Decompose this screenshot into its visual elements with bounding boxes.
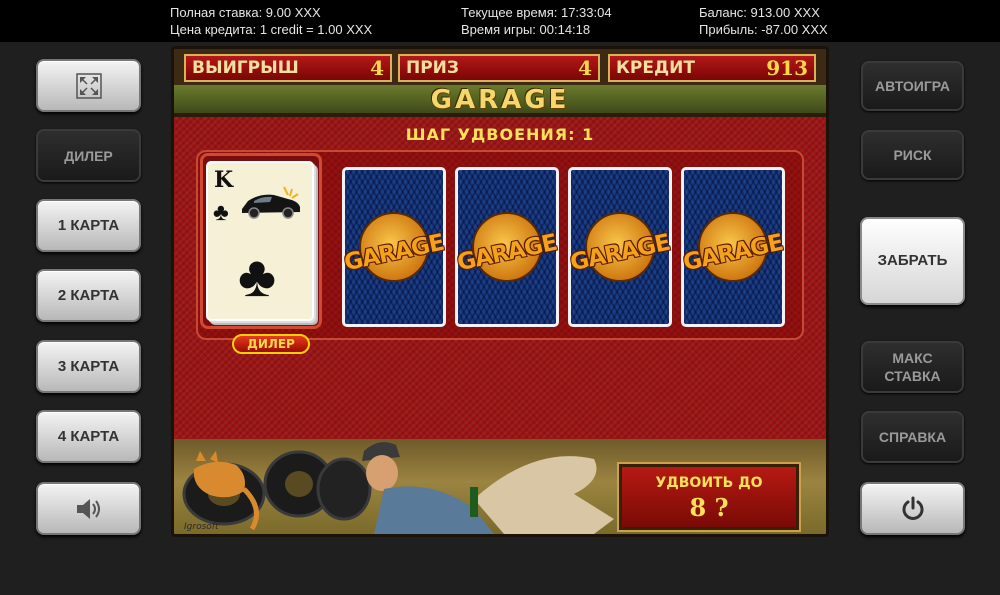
win-value: 4 — [370, 56, 384, 80]
game-screen: ВЫИГРЫШ 4 ПРИЗ 4 КРЕДИТ 913 GARAGE ШАГ У… — [171, 46, 829, 537]
balance-info: Баланс: 913.00 XXX Прибыль: -87.00 XXX — [699, 4, 828, 38]
car-icon — [242, 186, 300, 219]
fullscreen-icon — [75, 72, 102, 99]
player-card-3[interactable]: GARAGE — [568, 167, 672, 327]
dealer-card-rank: K — [214, 167, 234, 193]
prize-label: ПРИЗ — [406, 58, 459, 78]
fullscreen-button[interactable] — [36, 59, 141, 112]
doubling-step: ШАГ УДВОЕНИЯ: 1 — [174, 125, 826, 144]
player-card-1[interactable]: GARAGE — [342, 167, 446, 327]
time-info: Текущее время: 17:33:04 Время игры: 00:1… — [461, 4, 612, 38]
double-up-box: УДВОИТЬ ДО 8 ? — [619, 464, 799, 530]
current-time-text: Текущее время: 17:33:04 — [461, 5, 612, 20]
risk-button[interactable]: РИСК — [861, 130, 964, 180]
game-time-text: Время игры: 00:14:18 — [461, 22, 591, 37]
autoplay-button[interactable]: АВТОИГРА — [861, 61, 964, 111]
card-2-button[interactable]: 2 КАРТА — [36, 269, 141, 322]
sound-button[interactable] — [36, 482, 141, 535]
max-bet-label-2: СТАВКА — [884, 368, 941, 384]
prize-display: ПРИЗ 4 — [398, 54, 600, 82]
maker-logo: Igrosoft — [184, 522, 219, 532]
credit-label: КРЕДИТ — [616, 58, 695, 78]
help-button[interactable]: СПРАВКА — [861, 411, 964, 463]
game-logo: GARAGE — [430, 85, 570, 115]
speaker-icon — [76, 498, 100, 519]
dealer-button[interactable]: ДИЛЕР — [36, 129, 141, 182]
max-bet-button[interactable]: МАКС СТАВКА — [861, 341, 964, 393]
power-button[interactable] — [860, 482, 965, 535]
win-display: ВЫИГРЫШ 4 — [184, 54, 392, 82]
club-suit-large-icon: ♣ — [238, 244, 277, 309]
profit-text: Прибыль: -87.00 XXX — [699, 22, 828, 37]
credit-display: КРЕДИТ 913 — [608, 54, 816, 82]
win-label: ВЫИГРЫШ — [192, 58, 299, 78]
player-card-4[interactable]: GARAGE — [681, 167, 785, 327]
balance-text: Баланс: 913.00 XXX — [699, 5, 820, 20]
doubling-step-value: 1 — [582, 125, 595, 144]
card-3-button[interactable]: 3 КАРТА — [36, 340, 141, 393]
card-1-button[interactable]: 1 КАРТА — [36, 199, 141, 252]
double-up-label: УДВОИТЬ ДО — [655, 475, 763, 491]
card-4-button[interactable]: 4 КАРТА — [36, 410, 141, 463]
dealer-card: K ♣ ♣ — [206, 161, 314, 321]
doubling-step-label: ШАГ УДВОЕНИЯ: — [405, 125, 576, 144]
player-card-2[interactable]: GARAGE — [455, 167, 559, 327]
prize-value: 4 — [578, 56, 592, 80]
double-up-value: 8 ? — [689, 493, 729, 522]
full-bet-text: Полная ставка: 9.00 XXX — [170, 5, 321, 20]
dealer-tag: ДИЛЕР — [232, 334, 310, 354]
credit-value: 913 — [766, 56, 808, 80]
club-suit-icon: ♣ — [213, 199, 229, 226]
bet-info: Полная ставка: 9.00 XXX Цена кредита: 1 … — [170, 4, 372, 38]
top-info-bar: Полная ставка: 9.00 XXX Цена кредита: 1 … — [0, 0, 1000, 42]
max-bet-label-1: МАКС — [892, 350, 933, 366]
take-button[interactable]: ЗАБРАТЬ — [860, 217, 965, 305]
power-icon — [902, 496, 923, 520]
credit-price-text: Цена кредита: 1 credit = 1.00 XXX — [170, 22, 373, 37]
